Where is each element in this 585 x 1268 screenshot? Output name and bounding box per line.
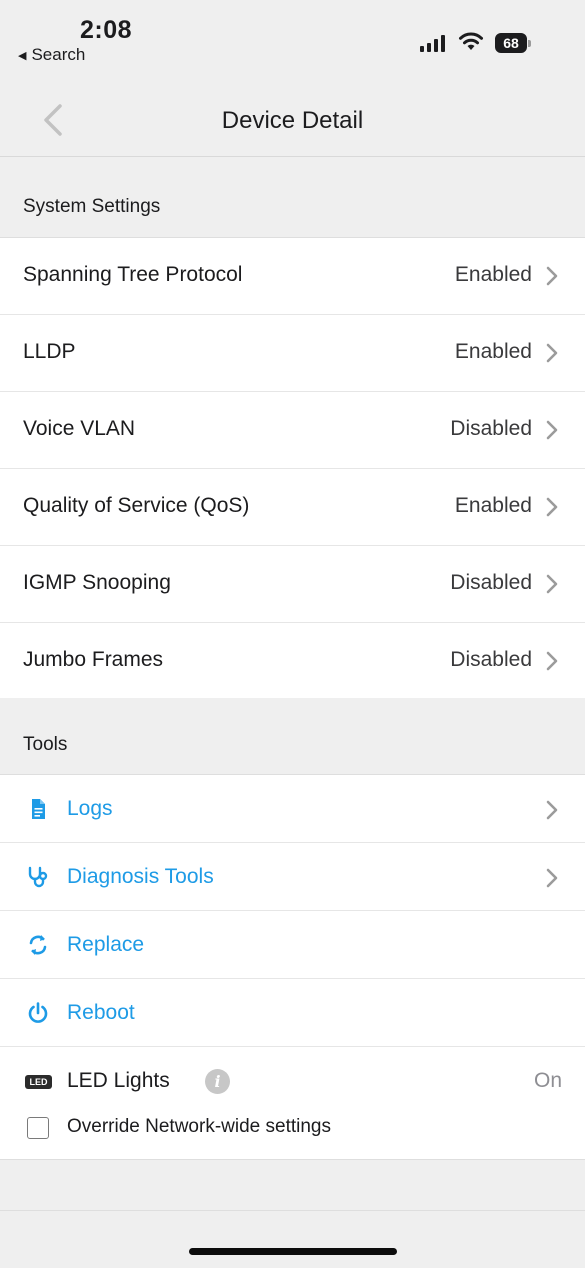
status-time: 2:08 xyxy=(80,16,133,44)
tool-label: Reboot xyxy=(67,1001,135,1024)
setting-label: Quality of Service (QoS) xyxy=(23,494,250,517)
setting-label: IGMP Snooping xyxy=(23,571,171,594)
led-icon: LED xyxy=(25,1075,52,1089)
chevron-right-icon xyxy=(546,574,558,594)
led-lights-row: LED LED Lights i On Override Network-wid… xyxy=(0,1047,585,1159)
tools-title: Tools xyxy=(23,734,68,755)
info-icon[interactable]: i xyxy=(205,1069,230,1094)
setting-value: Disabled xyxy=(450,417,532,440)
led-lights-value[interactable]: On xyxy=(534,1069,562,1093)
stethoscope-icon xyxy=(28,866,48,888)
page-title: Device Detail xyxy=(221,107,364,134)
cellular-signal-icon xyxy=(420,34,445,52)
system-settings-header: System Settings xyxy=(0,157,585,237)
bottom-area xyxy=(0,1160,585,1268)
tools-list: Logs Diagnosis Tools Replace Reboot LED … xyxy=(0,774,585,1160)
tool-label: Diagnosis Tools xyxy=(67,865,214,888)
override-label: Override Network-wide settings xyxy=(67,1116,331,1137)
setting-row-lldp[interactable]: LLDP Enabled xyxy=(0,315,585,392)
back-to-app-link[interactable]: ◀ Search xyxy=(18,45,85,65)
system-settings-title: System Settings xyxy=(23,196,161,217)
override-checkbox[interactable] xyxy=(27,1117,49,1139)
system-settings-list: Spanning Tree Protocol Enabled LLDP Enab… xyxy=(0,237,585,701)
chevron-right-icon xyxy=(546,497,558,517)
tool-row-replace[interactable]: Replace xyxy=(0,911,585,979)
document-icon xyxy=(32,799,45,819)
chevron-right-icon xyxy=(546,343,558,363)
tool-row-logs[interactable]: Logs xyxy=(0,775,585,843)
chevron-right-icon xyxy=(546,800,558,820)
status-bar: 2:08 ◀ Search 68 xyxy=(0,0,585,80)
setting-value: Enabled xyxy=(454,340,532,363)
tool-row-diagnosis-tools[interactable]: Diagnosis Tools xyxy=(0,843,585,911)
setting-label: LLDP xyxy=(23,340,76,363)
setting-label: Spanning Tree Protocol xyxy=(23,263,243,286)
setting-row-qos[interactable]: Quality of Service (QoS) Enabled xyxy=(0,469,585,546)
setting-row-jumbo-frames[interactable]: Jumbo Frames Disabled xyxy=(0,623,585,700)
back-app-label: Search xyxy=(31,45,86,64)
setting-value: Enabled xyxy=(454,494,532,517)
tool-label: Logs xyxy=(67,797,113,820)
setting-value: Enabled xyxy=(454,263,532,286)
replace-icon xyxy=(29,935,47,955)
power-icon xyxy=(28,1002,48,1023)
setting-row-voice-vlan[interactable]: Voice VLAN Disabled xyxy=(0,392,585,469)
setting-row-spanning-tree[interactable]: Spanning Tree Protocol Enabled xyxy=(0,238,585,315)
home-indicator[interactable] xyxy=(189,1248,397,1255)
battery-icon: 68 xyxy=(495,33,531,53)
led-lights-label: LED Lights xyxy=(67,1069,170,1092)
setting-row-igmp-snooping[interactable]: IGMP Snooping Disabled xyxy=(0,546,585,623)
back-triangle-icon: ◀ xyxy=(18,49,27,62)
setting-value: Disabled xyxy=(450,571,532,594)
chevron-right-icon xyxy=(546,651,558,671)
setting-label: Voice VLAN xyxy=(23,417,136,440)
tool-label: Replace xyxy=(67,933,145,956)
setting-label: Jumbo Frames xyxy=(23,648,164,671)
tool-row-reboot[interactable]: Reboot xyxy=(0,979,585,1047)
divider xyxy=(0,1210,585,1211)
wifi-icon xyxy=(459,32,483,50)
tools-header: Tools xyxy=(0,698,585,774)
chevron-right-icon xyxy=(546,266,558,286)
navigation-bar: Device Detail xyxy=(0,80,585,157)
chevron-right-icon xyxy=(546,420,558,440)
chevron-right-icon xyxy=(546,868,558,888)
setting-value: Disabled xyxy=(450,648,532,671)
